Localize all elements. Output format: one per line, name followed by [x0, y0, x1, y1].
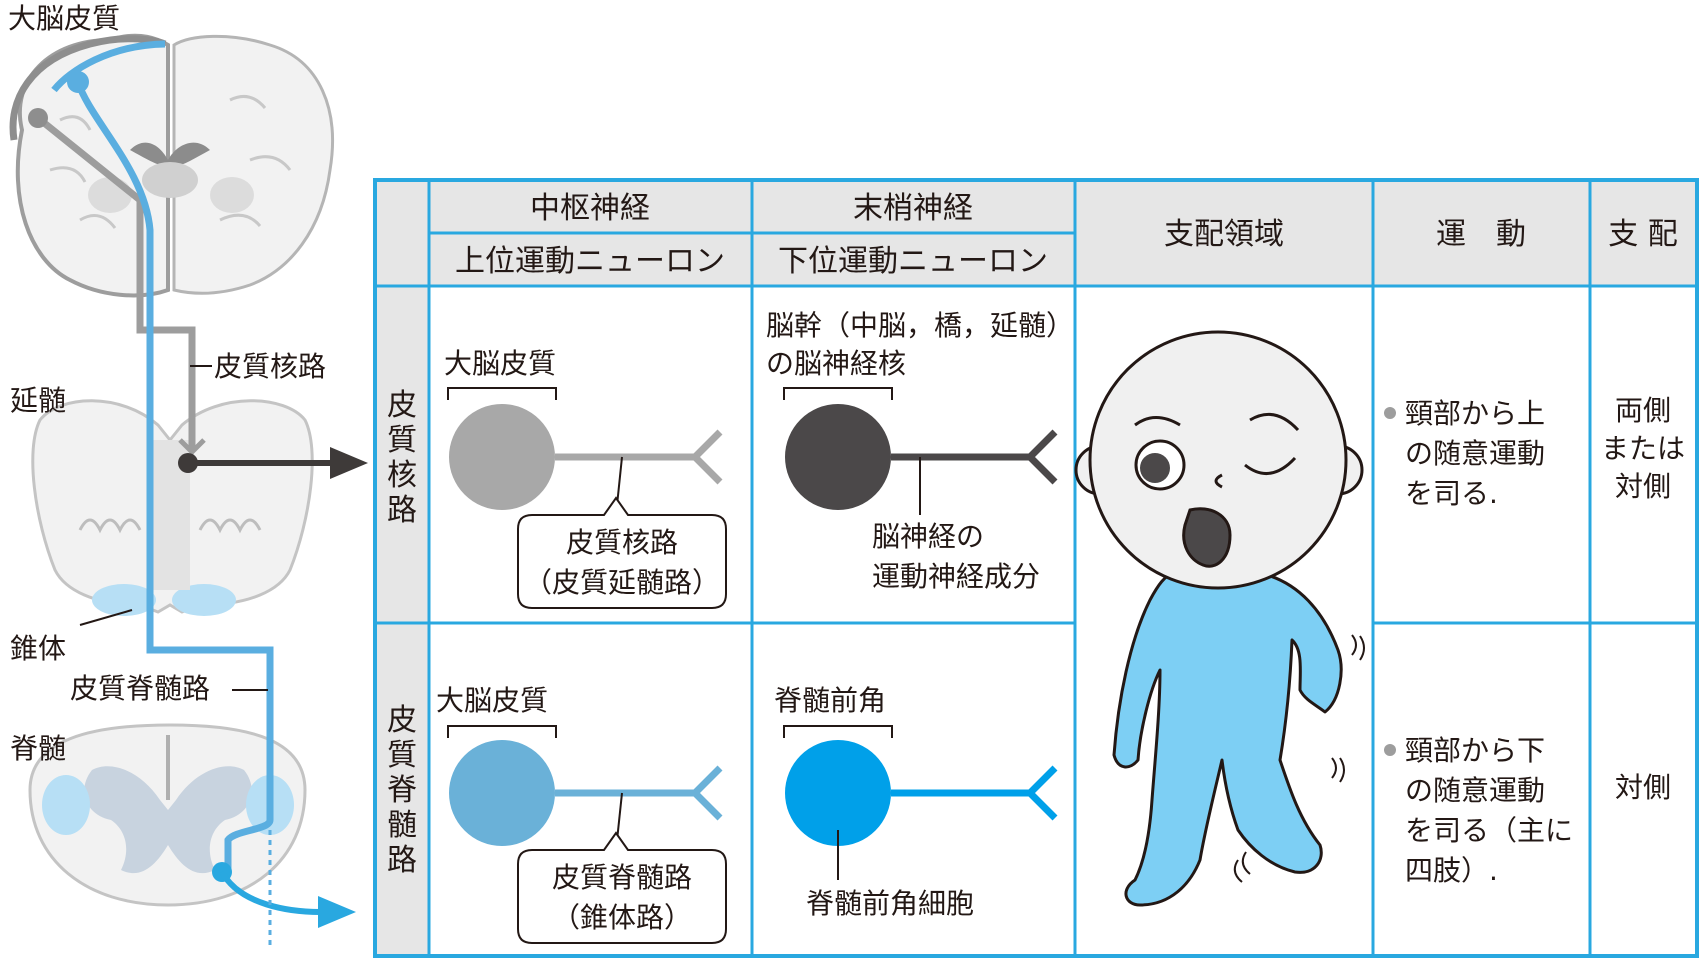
label-pyramid: 錐体 [10, 632, 66, 665]
row1-upper-tract-line2: （皮質延髄路） [524, 566, 720, 599]
row-label-corticospinal: 皮 質 脊 髄 路 [387, 703, 417, 878]
label-medulla: 延髄 [10, 384, 66, 417]
row1-control-line: 両側 [1615, 394, 1671, 427]
row2-lower-bracket [783, 725, 893, 738]
row1-lower-origin-line2: の脳神経核 [766, 347, 906, 380]
row2-control-line: 対側 [1615, 771, 1671, 804]
row-label-corticobulbar: 皮 質 核 路 [387, 388, 417, 528]
row2-upper-cell-body [449, 740, 555, 846]
header-movement: 運 動 [1436, 217, 1526, 252]
header-control: 支 配 [1608, 217, 1678, 252]
row-label-char: 脊 [387, 773, 417, 808]
header-domain: 支配領域 [1164, 217, 1284, 252]
header-peripheral: 末梢神経 [853, 191, 973, 226]
row1-lower-cell-body [785, 404, 891, 510]
row1-lower-bracket [783, 387, 893, 400]
row1-upper-cell-body [449, 404, 555, 510]
row-label-char: 核 [387, 458, 417, 493]
row1-lower-note-line1: 脳神経の [872, 520, 984, 553]
spinal-cord-section [28, 723, 307, 907]
row-label-char: 質 [387, 423, 417, 458]
label-cerebral-cortex: 大脳皮質 [8, 2, 120, 35]
medulla-section [31, 399, 314, 616]
row1-control-line: または [1601, 432, 1685, 465]
corticobulbar-origin-dot [28, 108, 48, 128]
row1-upper-terminal [690, 429, 723, 485]
label-spinal-cord: 脊髄 [10, 732, 66, 765]
row-label-char: 質 [387, 738, 417, 773]
row-label-char: 路 [387, 843, 417, 878]
row-label-char: 皮 [387, 388, 417, 423]
corticospinal-output-arrowhead [318, 896, 356, 928]
row2-upper-tract-line1: 皮質脊髄路 [552, 861, 692, 894]
motor-pathway-diagram: 大脳皮質 皮質核路 延髄 錐体 皮質脊髄路 脊髄 中枢神経 末梢神経 上位運動ニ… [8, 2, 1699, 958]
row2-movement-line: を司る（主に [1405, 814, 1573, 847]
corticobulbar-output-arrowhead [330, 447, 368, 479]
row1-lower-terminal [1025, 429, 1058, 485]
row2-upper-bracket [447, 725, 557, 738]
row2-lower-terminal [1025, 765, 1058, 821]
row1-control-line: 対側 [1615, 470, 1671, 503]
row2-lower-origin-line1: 脊髄前角 [774, 684, 886, 717]
character-illustration [1074, 330, 1365, 907]
corticospinal-origin-dot [67, 71, 89, 93]
character-mouth [1182, 507, 1232, 568]
row2-lower-note-line1: 脊髄前角細胞 [806, 887, 974, 920]
row2-movement-line: 四肢）. [1405, 854, 1498, 887]
label-corticobulbar-tract: 皮質核路 [214, 350, 326, 383]
row-label-char: 髄 [387, 808, 417, 843]
character-body [1112, 570, 1343, 907]
label-corticospinal-tract: 皮質脊髄路 [70, 672, 210, 705]
row2-movement-line: 頸部から下 [1405, 734, 1545, 767]
row1-upper-origin: 大脳皮質 [444, 347, 556, 380]
row1-movement-bullet [1384, 407, 1396, 419]
row1-upper-bracket [447, 387, 557, 400]
row1-movement-line: の随意運動 [1405, 437, 1545, 470]
header-lower-neuron: 下位運動ニューロン [778, 244, 1048, 279]
row2-upper-origin: 大脳皮質 [436, 684, 548, 717]
row2-movement-bullet [1384, 744, 1396, 756]
header-central: 中枢神経 [530, 191, 650, 226]
row1-upper-tract-line1: 皮質核路 [566, 526, 678, 559]
row2-upper-tract-line2: （錐体路） [552, 901, 692, 934]
row1-lower-note-line2: 運動神経成分 [872, 560, 1040, 593]
row1-movement-line: 頸部から上 [1405, 397, 1545, 430]
brain-coronal-section [9, 33, 334, 298]
row2-upper-terminal [690, 765, 723, 821]
header-upper-neuron: 上位運動ニューロン [455, 244, 725, 279]
row1-movement-line: を司る. [1405, 477, 1498, 510]
row-label-char: 皮 [387, 703, 417, 738]
row1-lower-origin-line1: 脳幹（中脳，橋，延髄） [766, 309, 1074, 342]
pathway-table: 中枢神経 末梢神経 上位運動ニューロン 下位運動ニューロン 支配領域 運 動 支… [373, 178, 1699, 958]
row2-movement-line: の随意運動 [1405, 774, 1545, 807]
row-label-char: 路 [387, 493, 417, 528]
